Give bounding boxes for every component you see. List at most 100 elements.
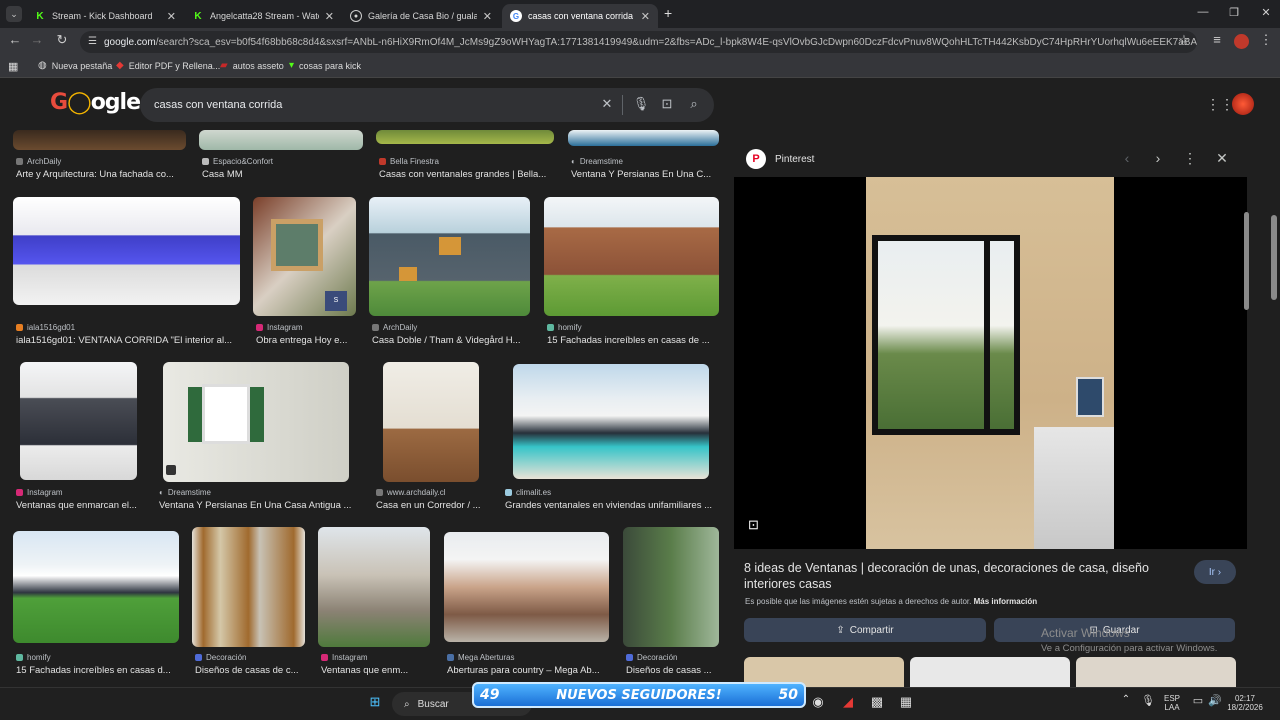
result-caption[interactable]: Casa en un Corredor / ...	[376, 500, 488, 511]
more-options-icon[interactable]: ⋮	[1180, 150, 1200, 167]
result-caption[interactable]: Ventanas que enmarcan el...	[16, 500, 146, 511]
search-input[interactable]: casas con ventana corrida	[140, 88, 714, 122]
language-indicator[interactable]: ESP LAA	[1160, 694, 1184, 712]
share-button[interactable]: ⇪ Compartir	[744, 618, 986, 642]
calculator-icon[interactable]: ▦	[896, 694, 916, 710]
close-tab-icon[interactable]: ✕	[325, 10, 334, 23]
bookmark-star-icon[interactable]: ☆	[1175, 32, 1193, 48]
bookmark-editor-pdf[interactable]: ◆ Editor PDF y Rellena...	[116, 60, 220, 71]
tab-search-button[interactable]: ⌄	[6, 6, 22, 22]
close-tab-icon[interactable]: ✕	[167, 10, 176, 23]
result-image-15[interactable]	[318, 527, 430, 647]
windows-start-icon[interactable]: ⊞	[365, 694, 385, 710]
account-avatar[interactable]	[1232, 93, 1254, 115]
forward-icon[interactable]: →	[28, 32, 46, 47]
back-icon[interactable]: ←	[6, 32, 24, 47]
lens-icon[interactable]: ⊡	[658, 96, 676, 112]
chevron-left-icon[interactable]: ‹	[1117, 150, 1137, 166]
bookmark-autos-asseto[interactable]: ▰ autos asseto	[220, 60, 284, 71]
result-image-17[interactable]	[623, 527, 719, 647]
related-thumb[interactable]	[910, 657, 1070, 687]
result-caption[interactable]: Arte y Arquitectura: Una fachada co...	[16, 169, 186, 180]
result-caption[interactable]: Grandes ventanales en viviendas unifamil…	[505, 500, 719, 511]
result-caption[interactable]: Ventanas que enm...	[321, 665, 429, 676]
bookmark-cosas-para-kick[interactable]: ▾ cosas para kick	[289, 60, 361, 71]
preview-image[interactable]	[866, 177, 1114, 549]
app-icon[interactable]: ▩	[867, 694, 887, 710]
clock[interactable]: 02:17 18/2/2026	[1226, 694, 1264, 712]
result-caption[interactable]: Diseños de casas de c...	[195, 665, 307, 676]
result-image-9[interactable]	[20, 362, 137, 480]
result-image-11[interactable]	[383, 362, 479, 482]
result-source: climalit.es	[505, 488, 551, 497]
clear-icon[interactable]: ✕	[598, 96, 616, 112]
result-image-14[interactable]	[192, 527, 305, 647]
result-caption[interactable]: Casa Doble / Tham & Videgård H...	[372, 335, 530, 346]
profile-avatar[interactable]	[1234, 34, 1249, 49]
site-info-icon[interactable]: ☰	[88, 36, 97, 47]
result-image-4[interactable]	[568, 130, 719, 146]
search-icon[interactable]: ⌕	[685, 96, 703, 112]
result-caption[interactable]: Casas con ventanales grandes | Bella...	[379, 169, 554, 180]
tab-kick-dashboard[interactable]: K Stream - Kick Dashboard ✕	[26, 4, 184, 28]
visit-button[interactable]: Ir ›	[1194, 560, 1236, 584]
lens-search-icon[interactable]: ⊡	[748, 517, 759, 533]
result-image-6[interactable]: S	[253, 197, 356, 316]
google-apps-icon[interactable]: ⋮⋮	[1206, 96, 1234, 113]
result-source: iala1516gd01	[16, 323, 75, 332]
globe-icon: ◍	[38, 60, 47, 71]
apps-grid-icon[interactable]: ▦	[8, 60, 18, 73]
close-window-icon[interactable]: ✕	[1254, 6, 1278, 19]
chevron-up-icon[interactable]: ⌃	[1116, 694, 1136, 705]
result-caption[interactable]: Diseños de casas ...	[626, 665, 719, 676]
address-bar[interactable]: ☰ google.com/search?sca_esv=b0f54f68bb68…	[80, 31, 1197, 53]
result-image-12[interactable]	[513, 364, 709, 479]
menu-kebab-icon[interactable]: ⋮	[1257, 32, 1275, 48]
result-image-8[interactable]	[544, 197, 719, 316]
result-image-1[interactable]	[13, 130, 186, 150]
pdf-icon: ◆	[116, 60, 124, 71]
tab-angelcatta-stream[interactable]: K Angelcatta28 Stream - Watch Li ✕	[184, 4, 342, 28]
result-image-10[interactable]	[163, 362, 349, 482]
result-image-3[interactable]	[376, 130, 554, 144]
result-caption[interactable]: 15 Fachadas increíbles en casas d...	[16, 665, 179, 676]
result-caption[interactable]: iala1516gd01: VENTANA CORRIDA "El interi…	[16, 335, 240, 346]
preview-title[interactable]: 8 ideas de Ventanas | decoración de unas…	[744, 560, 1164, 592]
app-icon[interactable]: ◉	[808, 694, 828, 710]
page-scrollbar[interactable]	[1271, 215, 1277, 300]
close-tab-icon[interactable]: ✕	[483, 10, 492, 23]
minimize-icon[interactable]: —	[1191, 6, 1215, 18]
app-icon[interactable]: ◢	[838, 694, 858, 710]
panel-source[interactable]: Pinterest	[775, 154, 814, 165]
result-caption[interactable]: 15 Fachadas increíbles en casas de ...	[547, 335, 719, 346]
result-caption[interactable]: Obra entrega Hoy e...	[256, 335, 356, 346]
panel-scrollbar[interactable]	[1244, 212, 1249, 310]
microphone-icon[interactable]: 🎙	[1138, 694, 1158, 707]
result-image-2[interactable]	[199, 130, 363, 150]
microphone-icon[interactable]: 🎙	[632, 96, 650, 112]
new-tab-button[interactable]: +	[664, 5, 672, 21]
tab-galeria-casa-bio[interactable]: ● Galería de Casa Bio / gualano ✕	[342, 4, 500, 28]
result-image-16[interactable]	[444, 532, 609, 642]
restore-icon[interactable]: ❐	[1222, 6, 1246, 19]
bookmark-nueva-pestana[interactable]: ◍ Nueva pestaña	[38, 60, 112, 71]
result-caption[interactable]: Ventana Y Persianas En Una C...	[571, 169, 719, 180]
instagram-icon	[321, 654, 328, 661]
result-image-7[interactable]	[369, 197, 530, 316]
result-caption[interactable]: Ventana Y Persianas En Una Casa Antigua …	[159, 500, 359, 511]
result-caption[interactable]: Aberturas para country – Mega Ab...	[447, 665, 607, 676]
reload-icon[interactable]: ↻	[53, 32, 71, 48]
result-image-5[interactable]	[13, 197, 240, 305]
result-image-13[interactable]	[13, 531, 179, 643]
close-tab-icon[interactable]: ✕	[641, 10, 650, 23]
result-source: www.archdaily.cl	[376, 488, 446, 497]
volume-icon[interactable]: 🔊	[1205, 694, 1225, 707]
result-caption[interactable]: Casa MM	[202, 169, 362, 180]
more-info-link[interactable]: Más información	[974, 597, 1038, 606]
tab-google-search[interactable]: G casas con ventana corrida - Bus ✕	[502, 4, 658, 28]
chevron-right-icon[interactable]: ›	[1148, 150, 1168, 166]
close-icon[interactable]: ✕	[1212, 150, 1232, 167]
related-thumb[interactable]	[1076, 657, 1236, 687]
media-controls-icon[interactable]: ≡	[1208, 32, 1226, 47]
google-logo[interactable]: G◯ogle	[50, 90, 141, 115]
